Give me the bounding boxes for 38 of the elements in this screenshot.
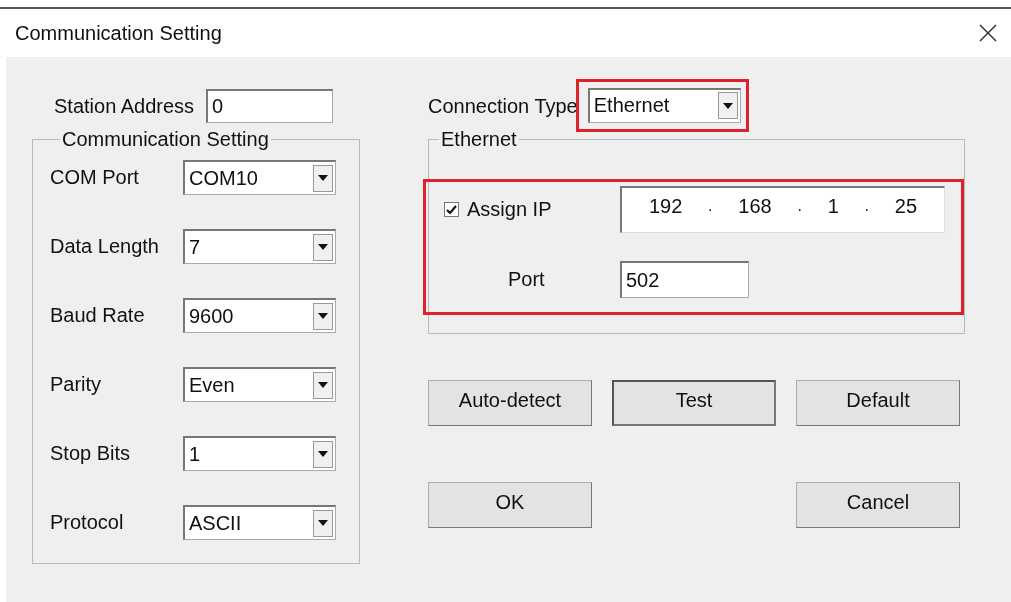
check-icon xyxy=(446,204,457,215)
dropdown-arrow-icon xyxy=(318,313,328,319)
port-field[interactable]: 502 xyxy=(620,261,749,298)
dropdown[interactable]: 1 xyxy=(183,436,336,471)
checkbox-label: Assign IP xyxy=(467,198,552,221)
button[interactable]: Auto-detect xyxy=(428,380,592,426)
station-address-field[interactable]: 0 xyxy=(206,89,334,123)
dropdown-arrow-icon xyxy=(318,382,328,388)
field-label: Port xyxy=(507,268,546,291)
connection-type-dropdown[interactable]: Ethernet xyxy=(587,87,741,123)
group-title: Communication Setting xyxy=(61,128,270,151)
dropdown-arrow-icon xyxy=(318,520,328,526)
cancel-button[interactable]: Cancel xyxy=(796,482,960,528)
field-label: Stop Bits xyxy=(50,442,131,465)
field-label: Connection Type xyxy=(428,94,578,118)
dropdown[interactable]: 7 xyxy=(183,229,336,264)
field-label: Data Length xyxy=(50,235,159,258)
dropdown-arrow-icon xyxy=(722,102,733,109)
ok-button[interactable]: OK xyxy=(428,482,592,528)
field-label: Parity xyxy=(50,373,102,396)
field-label: Baud Rate xyxy=(50,304,145,327)
dropdown[interactable]: COM10 xyxy=(183,160,336,195)
field-label: COM Port xyxy=(50,166,139,189)
dropdown[interactable]: ASCII xyxy=(183,505,336,540)
dropdown-arrow-icon xyxy=(318,451,328,457)
dropdown-arrow-icon xyxy=(318,175,328,181)
dropdown[interactable]: Even xyxy=(183,367,336,402)
button[interactable]: Default xyxy=(796,380,960,426)
ip-address-field[interactable]: 192 . 168 . 1 . 25 xyxy=(620,186,945,233)
dropdown-arrow-icon xyxy=(318,244,328,250)
button[interactable]: Test xyxy=(612,380,776,426)
field-label: Station Address xyxy=(54,94,195,118)
dropdown[interactable]: 9600 xyxy=(183,298,336,333)
window-title: Communication Setting xyxy=(15,21,222,45)
group-title: Ethernet xyxy=(440,128,518,151)
checkbox[interactable] xyxy=(444,202,459,217)
field-label: Protocol xyxy=(50,511,124,534)
close-icon xyxy=(978,23,998,43)
